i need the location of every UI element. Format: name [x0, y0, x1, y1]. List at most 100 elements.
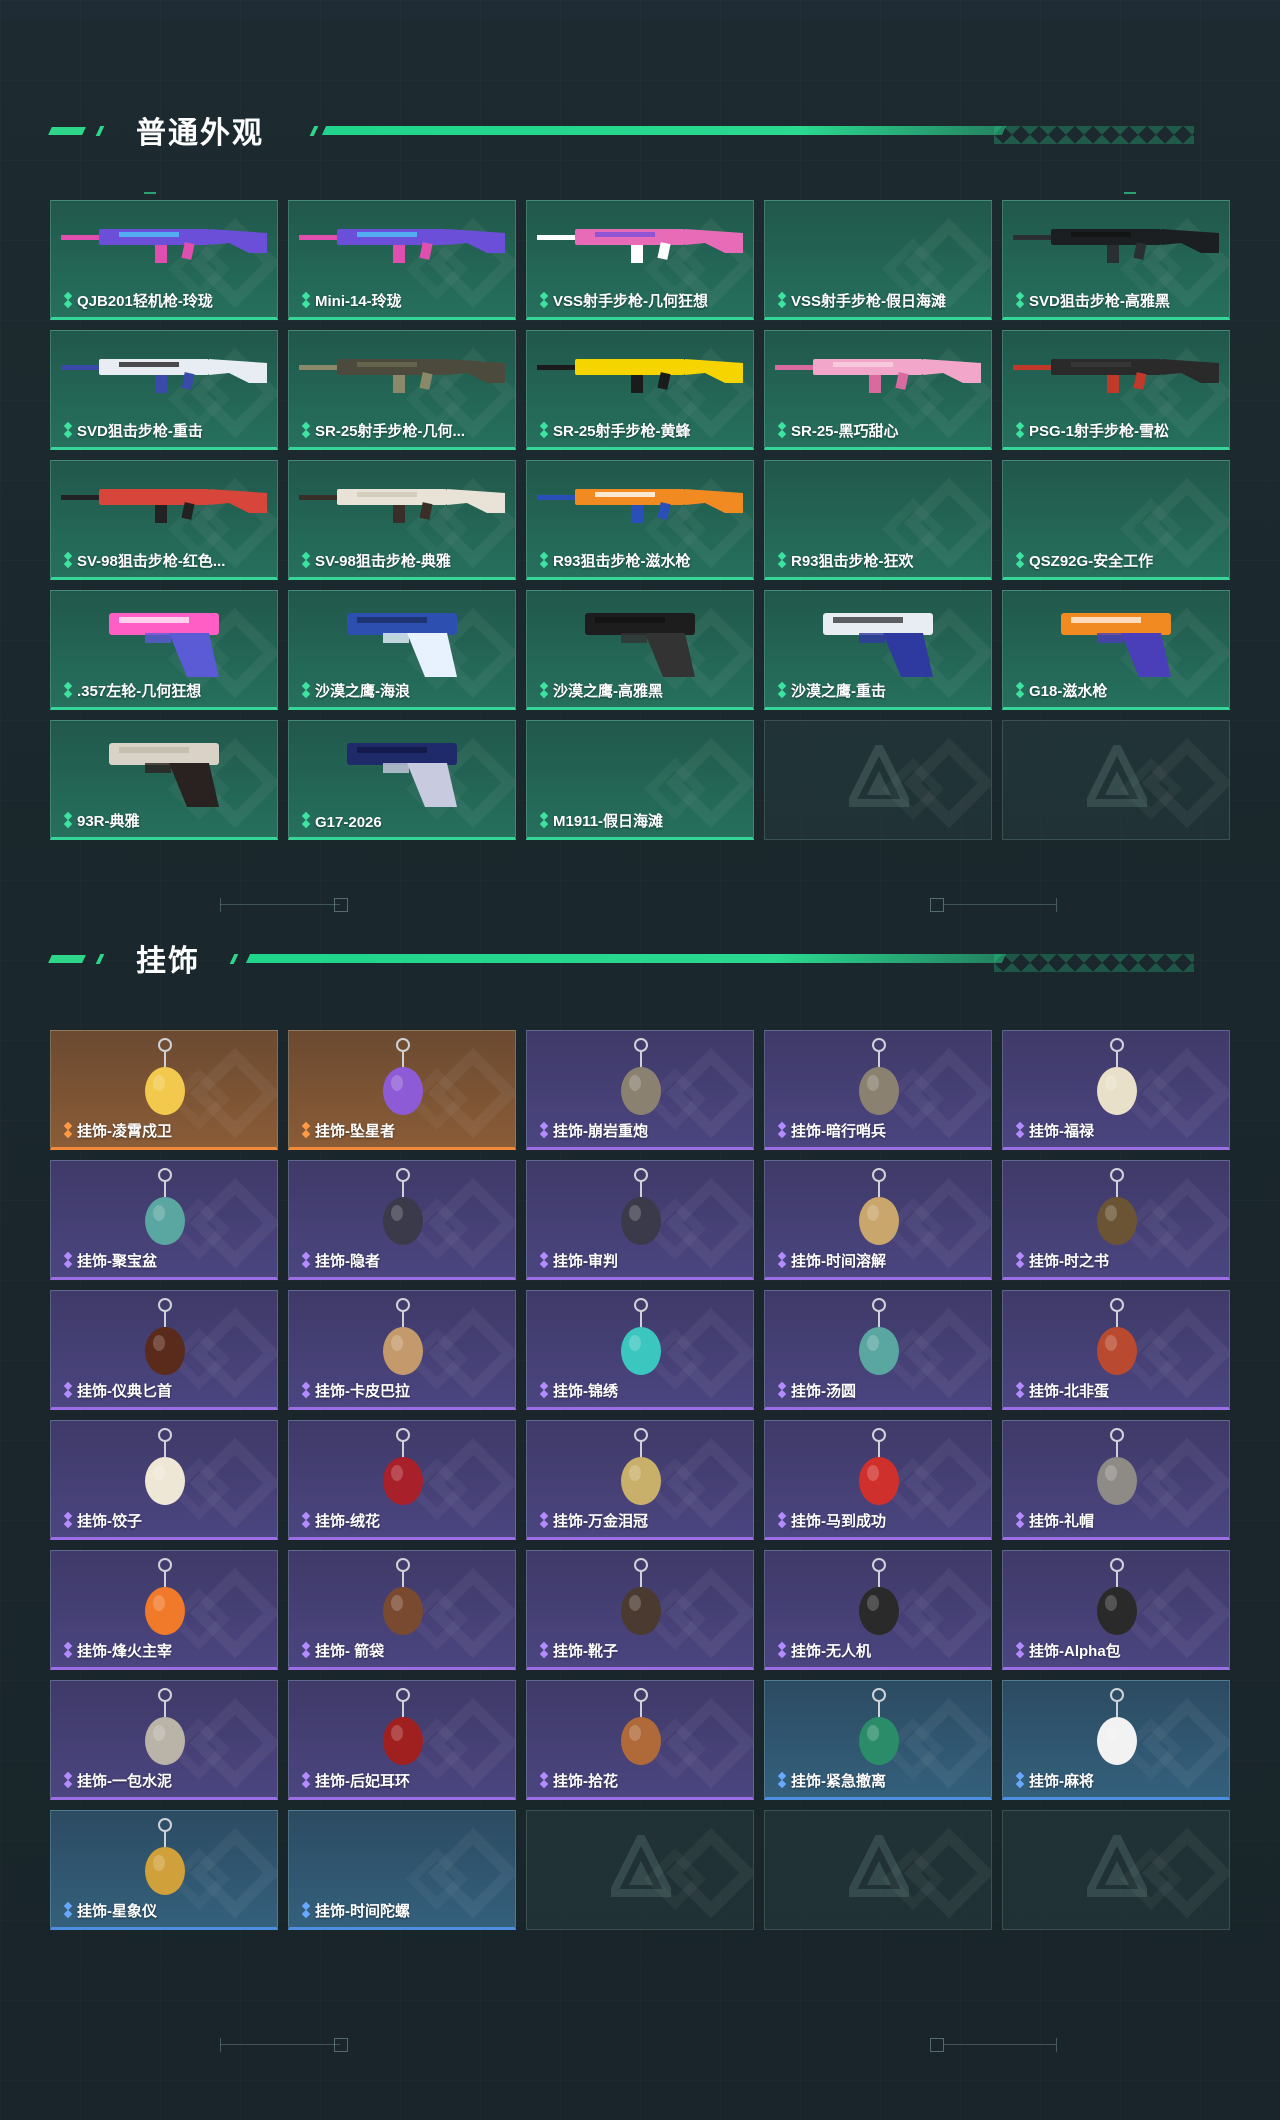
charms-grid: 挂饰-凌霄戍卫 挂饰-坠星者 挂饰-崩岩重炮 挂饰-暗行哨兵 挂饰-福禄 挂饰-…: [50, 1030, 1230, 1930]
skin-label: SV-98狙击步枪-红色...: [77, 553, 226, 570]
weapon-image: [773, 349, 983, 397]
charm-image: [373, 1297, 433, 1383]
charm-card[interactable]: 挂饰-万金泪冠: [526, 1420, 754, 1540]
section-divider: [0, 2030, 1280, 2060]
skin-card[interactable]: 沙漠之鹰-重击: [764, 590, 992, 710]
corner-mark: [1124, 192, 1136, 194]
charm-image: [1087, 1297, 1147, 1383]
skin-card[interactable]: M1911-假日海滩: [526, 720, 754, 840]
header-line: [321, 126, 1007, 135]
charm-label: 挂饰-北非蛋: [1029, 1383, 1109, 1400]
charm-card[interactable]: 挂饰-时间溶解: [764, 1160, 992, 1280]
charm-card[interactable]: 挂饰- 箭袋: [288, 1550, 516, 1670]
skins-section-header: 普通外观: [0, 104, 1280, 164]
charm-label: 挂饰-时间陀螺: [315, 1903, 410, 1920]
charm-image: [135, 1297, 195, 1383]
skin-card[interactable]: SR-25射手步枪-几何...: [288, 330, 516, 450]
charm-card[interactable]: 挂饰-审判: [526, 1160, 754, 1280]
charm-card[interactable]: 挂饰-一包水泥: [50, 1680, 278, 1800]
skin-card[interactable]: VSS射手步枪-几何狂想: [526, 200, 754, 320]
charm-card[interactable]: 挂饰-Alpha包: [1002, 1550, 1230, 1670]
charm-card[interactable]: 挂饰-暗行哨兵: [764, 1030, 992, 1150]
charm-image: [849, 1557, 909, 1643]
charm-card[interactable]: 挂饰-仪典匕首: [50, 1290, 278, 1410]
charm-image: [849, 1037, 909, 1123]
charm-label: 挂饰-汤圆: [791, 1383, 856, 1400]
skin-card[interactable]: R93狙击步枪-狂欢: [764, 460, 992, 580]
charm-card[interactable]: 挂饰-福禄: [1002, 1030, 1230, 1150]
weapon-image: [535, 349, 745, 397]
charm-card[interactable]: 挂饰-靴子: [526, 1550, 754, 1670]
skin-card[interactable]: SV-98狙击步枪-红色...: [50, 460, 278, 580]
charm-label: 挂饰-聚宝盆: [77, 1253, 157, 1270]
charm-image: [373, 1427, 433, 1513]
corner-mark: [144, 192, 156, 194]
charm-image: [373, 1037, 433, 1123]
charm-card[interactable]: 挂饰-时之书: [1002, 1160, 1230, 1280]
charm-card[interactable]: 挂饰-时间陀螺: [288, 1810, 516, 1930]
skin-card[interactable]: 93R-典雅: [50, 720, 278, 840]
charm-image: [849, 1297, 909, 1383]
charm-card[interactable]: 挂饰-锦绣: [526, 1290, 754, 1410]
charm-image: [611, 1167, 671, 1253]
skin-card[interactable]: .357左轮-几何狂想: [50, 590, 278, 710]
charm-image: [1087, 1687, 1147, 1773]
charm-card[interactable]: 挂饰-烽火主宰: [50, 1550, 278, 1670]
skin-card[interactable]: SVD狙击步枪-高雅黑: [1002, 200, 1230, 320]
charm-card[interactable]: 挂饰-星象仪: [50, 1810, 278, 1930]
charm-image: [1087, 1557, 1147, 1643]
charm-card[interactable]: 挂饰-礼帽: [1002, 1420, 1230, 1540]
skin-label: 93R-典雅: [77, 813, 140, 830]
charm-image: [849, 1687, 909, 1773]
skin-card[interactable]: Mini-14-玲珑: [288, 200, 516, 320]
skin-card[interactable]: QJB201轻机枪-玲珑: [50, 200, 278, 320]
skin-card[interactable]: G17-2026: [288, 720, 516, 840]
skin-label: G18-滋水枪: [1029, 683, 1108, 700]
skin-card[interactable]: 沙漠之鹰-海浪: [288, 590, 516, 710]
skin-label: R93狙击步枪-狂欢: [791, 553, 914, 570]
skin-card[interactable]: PSG-1射手步枪-雪松: [1002, 330, 1230, 450]
skin-card[interactable]: SV-98狙击步枪-典雅: [288, 460, 516, 580]
skin-label: .357左轮-几何狂想: [77, 683, 202, 700]
charm-label: 挂饰-万金泪冠: [553, 1513, 648, 1530]
skin-card[interactable]: 沙漠之鹰-高雅黑: [526, 590, 754, 710]
charm-card[interactable]: 挂饰-聚宝盆: [50, 1160, 278, 1280]
charm-card[interactable]: 挂饰-隐者: [288, 1160, 516, 1280]
weapon-image: [1011, 349, 1221, 397]
charm-image: [1087, 1167, 1147, 1253]
skin-card[interactable]: VSS射手步枪-假日海滩: [764, 200, 992, 320]
empty-slot: [526, 1810, 754, 1930]
skin-card[interactable]: QSZ92G-安全工作: [1002, 460, 1230, 580]
charm-card[interactable]: 挂饰-饺子: [50, 1420, 278, 1540]
charm-card[interactable]: 挂饰-绒花: [288, 1420, 516, 1540]
charm-card[interactable]: 挂饰-无人机: [764, 1550, 992, 1670]
weapon-image: [59, 219, 269, 267]
weapon-image: [297, 479, 507, 527]
empty-slot: [1002, 720, 1230, 840]
charm-card[interactable]: 挂饰-北非蛋: [1002, 1290, 1230, 1410]
skin-card[interactable]: SVD狙击步枪-重击: [50, 330, 278, 450]
skin-card[interactable]: SR-25-黑巧甜心: [764, 330, 992, 450]
charm-card[interactable]: 挂饰-坠星者: [288, 1030, 516, 1150]
skin-label: 沙漠之鹰-高雅黑: [553, 683, 663, 700]
weapon-image: [59, 349, 269, 397]
charm-card[interactable]: 挂饰-马到成功: [764, 1420, 992, 1540]
charm-card[interactable]: 挂饰-紧急撤离: [764, 1680, 992, 1800]
charm-label: 挂饰-麻将: [1029, 1773, 1094, 1790]
charm-card[interactable]: 挂饰-拾花: [526, 1680, 754, 1800]
charm-image: [373, 1687, 433, 1773]
skin-card[interactable]: G18-滋水枪: [1002, 590, 1230, 710]
charm-image: [135, 1427, 195, 1513]
weapon-image: [535, 219, 745, 267]
charm-card[interactable]: 挂饰-后妃耳环: [288, 1680, 516, 1800]
skin-card[interactable]: SR-25射手步枪-黄蜂: [526, 330, 754, 450]
charm-label: 挂饰-紧急撤离: [791, 1773, 886, 1790]
charm-card[interactable]: 挂饰-凌霄戍卫: [50, 1030, 278, 1150]
charm-card[interactable]: 挂饰-崩岩重炮: [526, 1030, 754, 1150]
charm-card[interactable]: 挂饰-麻将: [1002, 1680, 1230, 1800]
skin-card[interactable]: R93狙击步枪-滋水枪: [526, 460, 754, 580]
header-accent-tick: [95, 126, 105, 136]
charm-card[interactable]: 挂饰-汤圆: [764, 1290, 992, 1410]
charm-label: 挂饰-时间溶解: [791, 1253, 886, 1270]
charm-card[interactable]: 挂饰-卡皮巴拉: [288, 1290, 516, 1410]
